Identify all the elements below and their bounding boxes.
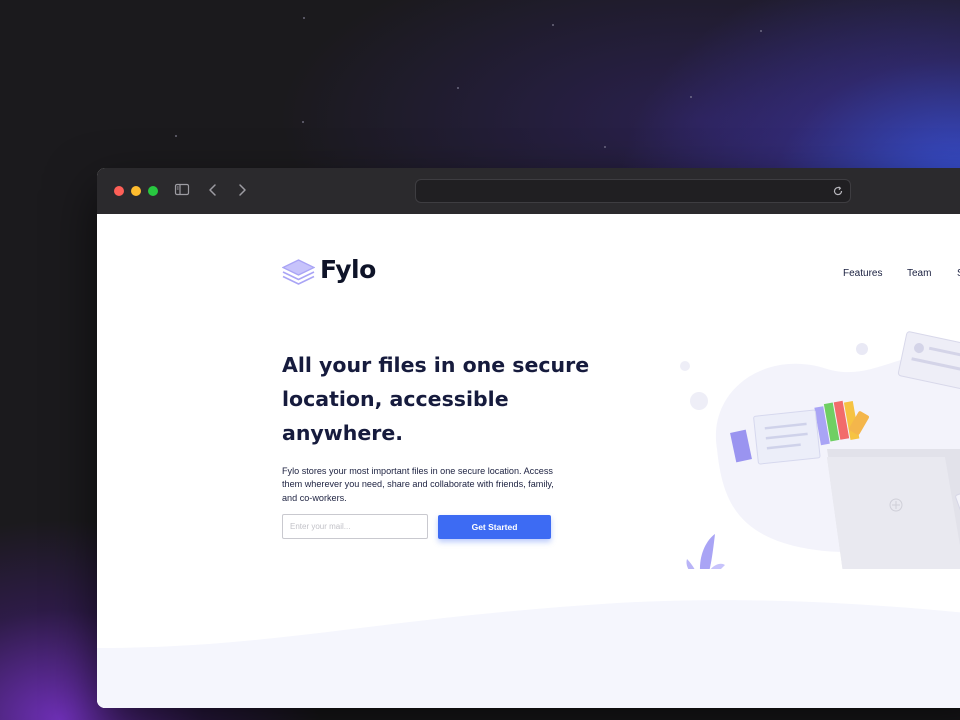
hero-title: All your files in one secure location, a…: [282, 348, 602, 450]
layers-icon: [282, 259, 315, 285]
back-icon[interactable]: [205, 182, 223, 200]
browser-titlebar: [97, 168, 960, 215]
star: [302, 121, 304, 123]
web-page: Fylo Features Team S All your files in o…: [97, 214, 960, 708]
browser-window: Fylo Features Team S All your files in o…: [97, 168, 960, 708]
forward-icon[interactable]: [234, 182, 252, 200]
star: [457, 87, 459, 89]
star: [604, 146, 606, 148]
star: [175, 135, 177, 137]
minimize-window-button[interactable]: [131, 186, 141, 196]
footer-wave: [97, 600, 960, 708]
close-window-button[interactable]: [114, 186, 124, 196]
hero-title-line: anywhere.: [282, 421, 404, 445]
hero-title-line: location, accessible: [282, 387, 509, 411]
hero-description: Fylo stores your most important files in…: [282, 465, 582, 505]
hero-description-line: and co-workers.: [282, 492, 347, 503]
star: [690, 96, 692, 98]
star: [552, 24, 554, 26]
hero-description-line: Fylo stores your most important files in…: [282, 466, 553, 476]
nav-link-team[interactable]: Team: [907, 268, 931, 279]
get-started-button[interactable]: Get Started: [438, 515, 551, 539]
reload-icon[interactable]: [832, 184, 844, 196]
hero-title-line: All your files in one secure: [282, 353, 590, 377]
sidebar-icon[interactable]: [174, 182, 192, 200]
brand-name: Fylo: [320, 255, 376, 284]
nav-link-features[interactable]: Features: [843, 268, 882, 279]
star: [303, 17, 305, 19]
hero-description-line: them wherever you need, share and collab…: [282, 479, 554, 490]
hero-illustration: [680, 331, 960, 569]
email-input[interactable]: [282, 514, 428, 539]
address-bar[interactable]: [415, 179, 851, 203]
star: [760, 30, 762, 32]
maximize-window-button[interactable]: [148, 186, 158, 196]
